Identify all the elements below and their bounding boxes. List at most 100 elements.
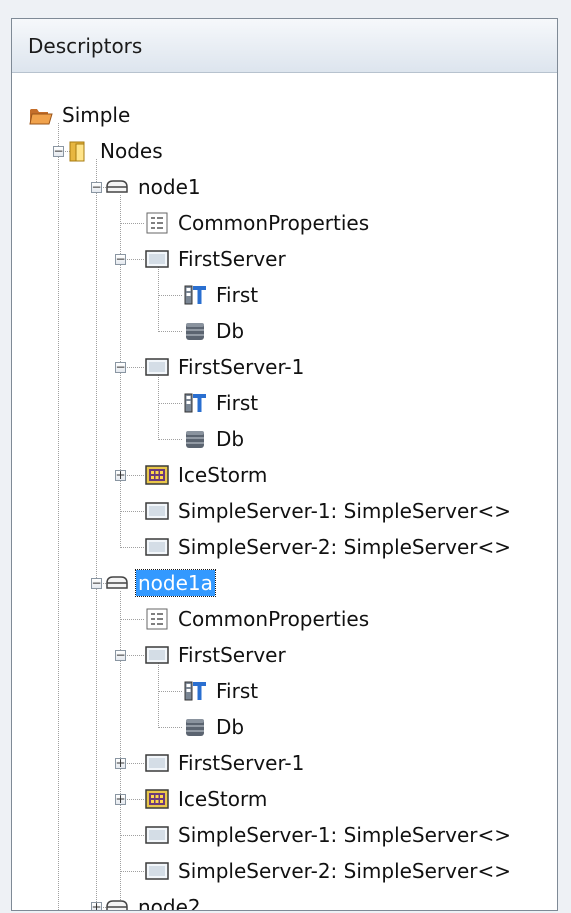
tree-item-label: node2 (138, 895, 201, 911)
tree-item-node1a[interactable]: node1a (104, 568, 216, 598)
tree-item-label: FirstServer (178, 643, 286, 667)
tree-line (158, 267, 159, 330)
expand-node2-toggle[interactable]: + (91, 901, 102, 910)
tree-item-first[interactable]: First (182, 388, 260, 418)
tree-item-simpleserver-2[interactable]: SimpleServer-2: SimpleServer<> (144, 856, 513, 886)
tree-line (96, 159, 97, 910)
tree-item-label: node1 (138, 175, 201, 199)
tree-line (158, 663, 159, 726)
tree-item-first[interactable]: First (182, 676, 260, 706)
tree-item-icestorm[interactable]: IceStorm (144, 784, 269, 814)
tree-item-label: SimpleServer-1: SimpleServer<> (178, 823, 512, 847)
tree-line (120, 619, 144, 620)
server-icon (144, 750, 170, 776)
tree-item-label: FirstServer-1 (178, 751, 305, 775)
properties-icon (144, 210, 170, 236)
tree-line (158, 691, 182, 692)
tree-item-label-selected: node1a (135, 569, 216, 597)
collapse-firstserver-toggle[interactable]: − (115, 649, 126, 661)
tree-item-label: Simple (62, 103, 131, 127)
tree-item-node2[interactable]: node2 (104, 892, 203, 911)
adapter-icon (182, 678, 208, 704)
service-icon (144, 462, 170, 488)
tree-line (120, 223, 144, 224)
tree-item-label: CommonProperties (178, 607, 370, 631)
server-icon (144, 534, 170, 560)
folder-open-icon (28, 102, 54, 128)
server-icon (144, 246, 170, 272)
collapse-nodes-toggle[interactable]: − (53, 145, 64, 157)
server-icon (144, 354, 170, 380)
tree-line (120, 835, 144, 836)
tree-item-label: First (216, 679, 259, 703)
tree-item-node1[interactable]: node1 (104, 172, 203, 202)
tree-item-nodes[interactable]: Nodes (66, 136, 165, 166)
database-icon (182, 318, 208, 344)
collapse-firstserver-1-toggle[interactable]: − (115, 361, 126, 373)
tree-item-firstserver[interactable]: FirstServer (144, 244, 288, 274)
tree-line (158, 403, 182, 404)
tree-item-db[interactable]: Db (182, 424, 246, 454)
collapse-node1a-toggle[interactable]: − (91, 577, 102, 589)
collapse-firstserver-toggle[interactable]: − (115, 253, 126, 265)
tree-item-firstserver-1[interactable]: FirstServer-1 (144, 352, 306, 382)
adapter-icon (182, 390, 208, 416)
tree-item-label: Db (216, 427, 245, 451)
tree-item-simpleserver-2[interactable]: SimpleServer-2: SimpleServer<> (144, 532, 513, 562)
tree-line (120, 511, 144, 512)
tree-item-firstserver[interactable]: FirstServer (144, 640, 288, 670)
tree-item-commonproperties[interactable]: CommonProperties (144, 604, 371, 634)
server-icon (144, 642, 170, 668)
tree-item-label: First (216, 283, 259, 307)
tree-line (158, 375, 159, 438)
tree-item-simple[interactable]: Simple (28, 100, 132, 130)
tree-item-label: IceStorm (178, 787, 268, 811)
tree-item-label: Db (216, 715, 245, 739)
adapter-icon (182, 282, 208, 308)
tree-item-label: FirstServer (178, 247, 286, 271)
tree-line (120, 591, 121, 906)
tree-line (120, 547, 144, 548)
tree-line (158, 331, 182, 332)
tree-item-label: SimpleServer-1: SimpleServer<> (178, 499, 512, 523)
tree-line (158, 439, 182, 440)
server-icon (144, 822, 170, 848)
tree-item-simpleserver-1[interactable]: SimpleServer-1: SimpleServer<> (144, 820, 513, 850)
collapse-node1-toggle[interactable]: − (91, 181, 102, 193)
server-icon (144, 858, 170, 884)
tree-item-first[interactable]: First (182, 280, 260, 310)
node-icon (104, 894, 130, 910)
tree-item-label: IceStorm (178, 463, 268, 487)
tree-item-label: Nodes (100, 139, 163, 163)
database-icon (182, 426, 208, 452)
node-icon (104, 570, 130, 596)
expand-icestorm-toggle[interactable]: + (115, 793, 126, 805)
properties-icon (144, 606, 170, 632)
tree-item-label: First (216, 391, 259, 415)
service-icon (144, 786, 170, 812)
tree-item-label: Db (216, 319, 245, 343)
descriptor-tree[interactable]: − − − − + − − + + + Simple Nodes node1 C… (12, 73, 557, 910)
tree-item-simpleserver-1[interactable]: SimpleServer-1: SimpleServer<> (144, 496, 513, 526)
tree-item-icestorm[interactable]: IceStorm (144, 460, 269, 490)
expand-icestorm-toggle[interactable]: + (115, 469, 126, 481)
tree-line (158, 295, 182, 296)
server-icon (144, 498, 170, 524)
tree-line (158, 727, 182, 728)
tree-item-label: CommonProperties (178, 211, 370, 235)
tree-item-db[interactable]: Db (182, 316, 246, 346)
database-icon (182, 714, 208, 740)
descriptors-panel: Descriptors − − − − + − − + + + Simple N… (11, 18, 558, 911)
tree-item-firstserver-1[interactable]: FirstServer-1 (144, 748, 306, 778)
tree-item-label: FirstServer-1 (178, 355, 305, 379)
tree-item-commonproperties[interactable]: CommonProperties (144, 208, 371, 238)
tree-item-label: SimpleServer-2: SimpleServer<> (178, 859, 512, 883)
tree-item-db[interactable]: Db (182, 712, 246, 742)
expand-firstserver-1-toggle[interactable]: + (115, 757, 126, 769)
tree-item-label: SimpleServer-2: SimpleServer<> (178, 535, 512, 559)
tree-line (120, 871, 144, 872)
folder-icon (66, 138, 92, 164)
tree-line (58, 123, 59, 910)
node-icon (104, 174, 130, 200)
panel-title: Descriptors (12, 19, 557, 73)
